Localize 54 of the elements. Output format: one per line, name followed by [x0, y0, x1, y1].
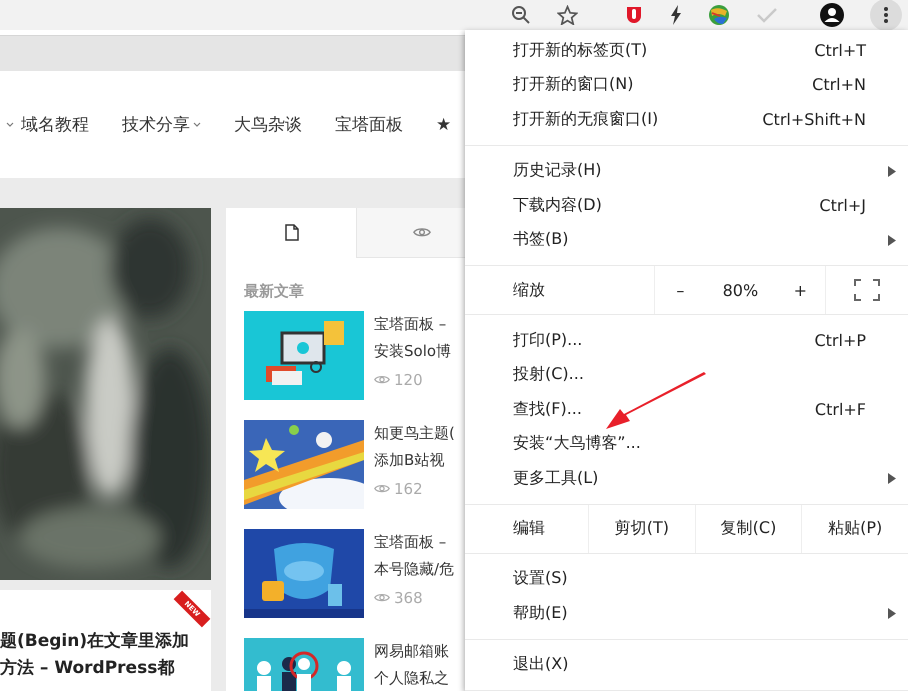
section-heading: 最新文章 [244, 282, 305, 301]
menu-item[interactable]: 更多工具(L) [465, 461, 908, 496]
menu-item[interactable]: 打开新的标签页(T) Ctrl+T [465, 33, 908, 68]
zoom-out-icon[interactable] [511, 5, 531, 25]
nav-link[interactable]: 技术分享 [122, 113, 201, 136]
nav-link[interactable]: 宝塔面板 [335, 113, 403, 136]
nav-link[interactable]: 大鸟杂谈 [234, 113, 302, 136]
menu-item[interactable]: 投射(C)... [465, 358, 908, 392]
menu-item[interactable]: 安装“大鸟博客”... [465, 426, 908, 461]
profile-icon[interactable] [820, 3, 844, 27]
document-icon [284, 224, 298, 241]
post-title[interactable]: 宝塔面板 – [374, 531, 454, 554]
post-title[interactable]: 网易邮箱账 [374, 640, 449, 663]
view-count: 120 [394, 371, 423, 389]
menu-item[interactable]: 打开新的窗口(N) Ctrl+N [465, 68, 908, 102]
view-count: 368 [394, 589, 423, 607]
menu-item[interactable]: 查找(F)... Ctrl+F [465, 392, 908, 426]
globe-icon[interactable] [708, 4, 730, 26]
menu-item[interactable]: 设置(S) [465, 562, 908, 596]
lightning-icon[interactable] [670, 5, 682, 25]
article-title[interactable]: 题(Begin)在文章里添加 [0, 628, 211, 655]
fullscreen-button[interactable] [825, 266, 908, 314]
edit-action-button[interactable]: 粘贴(P) [801, 504, 908, 552]
zoom-label: 缩放 [512, 278, 546, 300]
nav-link[interactable]: ★ [436, 114, 452, 134]
post-title[interactable]: 宝塔面板 – [374, 313, 452, 336]
post-title[interactable]: 安装Solo博 [374, 340, 452, 363]
post-title[interactable]: 本号隐藏/危 [374, 558, 454, 581]
menu-item[interactable]: 帮助(E) [465, 596, 908, 630]
menu-item[interactable]: 历史记录(H) [465, 154, 908, 188]
menu-item[interactable]: 打开新的无痕窗口(I) Ctrl+Shift+N [465, 102, 908, 136]
edit-label: 编辑 [512, 517, 546, 539]
star-icon[interactable] [557, 5, 578, 25]
nav-link[interactable]: 域名教程 [21, 113, 89, 136]
extension-icon[interactable] [624, 5, 644, 25]
post-title[interactable]: 个人隐私之 [374, 667, 449, 690]
view-count: 162 [394, 480, 423, 498]
eye-icon [374, 592, 390, 604]
eye-icon [412, 226, 430, 239]
fullscreen-icon [854, 279, 880, 301]
menu-item[interactable]: 退出(X) [465, 648, 908, 682]
menu-button[interactable] [870, 0, 902, 31]
caret-icon [6, 122, 14, 128]
menu-icon [884, 7, 888, 23]
zoom-value: 80% [722, 280, 760, 302]
menu-item[interactable]: 打印(P)... Ctrl+P [465, 323, 908, 358]
menu-item[interactable]: 下载内容(D) Ctrl+J [465, 188, 908, 222]
eye-icon [374, 374, 390, 386]
menu-item[interactable]: 书签(B) [465, 222, 908, 257]
check-icon[interactable] [756, 7, 778, 23]
post-title[interactable]: 知更鸟主题( [374, 422, 455, 445]
eye-icon [374, 483, 390, 495]
article-title[interactable]: 方法 – WordPress都 [0, 655, 211, 682]
post-title[interactable]: 添加B站视 [374, 449, 455, 472]
